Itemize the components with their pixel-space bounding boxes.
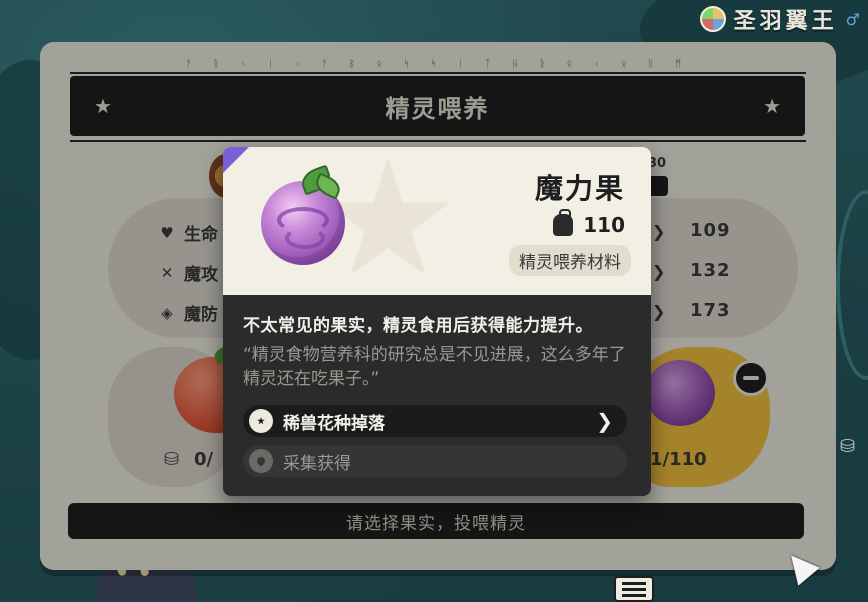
right-count: 1/110 (650, 449, 707, 470)
source-row-drop[interactable]: 稀兽花种掉落 ❯ (243, 405, 627, 437)
item-description: 不太常见的果实，精灵食用后获得能力提升。 (243, 316, 593, 336)
stat-value-hp: 109 (690, 220, 731, 241)
item-flavor-quote: “精灵食物营养科的研究总是不见进展，这么多年了精灵还在吃果子。” (243, 345, 626, 389)
player-name: 圣羽翼王 (733, 9, 838, 34)
arrow-right-icon: ❯ (652, 262, 666, 281)
magic-fruit-icon (645, 360, 715, 426)
minus-button[interactable] (733, 360, 769, 396)
title-bar: ★ 精灵喂养 ★ (70, 76, 805, 136)
item-name: 魔力果 (534, 172, 625, 205)
rune-header-text: ᚨ ᚱ ᚲ ᛁ ᚲ ᚨ ᛒ ᛟ ᛋ ᛋ ᛁ ᛏ ᚺ ᚱ ᛟ ᚲ ᛟ ᚱ ᛗ (185, 59, 691, 70)
shield-icon: ◈ (161, 303, 173, 322)
star-icon: ★ (763, 94, 781, 118)
arrow-right-icon: ❯ (652, 302, 666, 321)
panel-title: 精灵喂养 (385, 94, 490, 123)
location-pin-icon (249, 409, 273, 433)
star-icon: ★ (94, 94, 112, 118)
tooltip-header: 魔力果 110 精灵喂养材料 (223, 147, 651, 295)
player-avatar[interactable] (699, 6, 726, 32)
heart-icon: ♥ (160, 223, 174, 242)
list-menu-icon[interactable] (614, 576, 654, 602)
backpack-icon (553, 209, 574, 236)
player-info: 圣羽翼王 ♂ (699, 4, 860, 34)
bag-side-icon[interactable]: ⛁ (840, 436, 855, 457)
fruit-swirl-detail (285, 227, 325, 249)
sword-icon: ✕ (160, 263, 174, 282)
backpack-icon: ⛁ (164, 449, 180, 470)
stat-label: 魔攻 (184, 265, 218, 285)
stat-label: 生命 (184, 225, 218, 245)
location-pin-icon (249, 449, 273, 473)
male-icon: ♂ (845, 9, 860, 29)
feed-prompt-bar[interactable]: 请选择果实，投喂精灵 (68, 503, 804, 539)
stat-row-matk: ✕ 魔攻 (158, 260, 218, 286)
chevron-right-icon: ❯ (596, 409, 613, 433)
source-label: 稀兽花种掉落 (283, 413, 385, 434)
rarity-corner-tab (223, 147, 249, 173)
title-divider-bottom (70, 140, 806, 142)
stat-row-mdef: ◈ 魔防 (158, 300, 218, 326)
source-label: 采集获得 (283, 453, 351, 474)
owned-count: 110 (583, 213, 625, 237)
owned-count-row: 110 (553, 209, 625, 237)
stat-value-mdef: 173 (690, 300, 731, 321)
title-divider-top (70, 72, 806, 74)
stat-label: 魔防 (184, 305, 218, 325)
source-row-gather[interactable]: 采集获得 (243, 445, 627, 477)
feed-prompt-text: 请选择果实，投喂精灵 (346, 513, 526, 534)
stat-value-matk: 132 (690, 260, 731, 281)
category-tag: 精灵喂养材料 (509, 245, 631, 276)
stat-row-hp: ♥ 生命 (158, 220, 218, 246)
left-count: 0/ (194, 449, 214, 470)
item-tooltip: 魔力果 110 精灵喂养材料 不太常见的果实，精灵食用后获得能力提升。 “精灵食… (223, 147, 651, 496)
arrow-right-icon: ❯ (652, 222, 666, 241)
